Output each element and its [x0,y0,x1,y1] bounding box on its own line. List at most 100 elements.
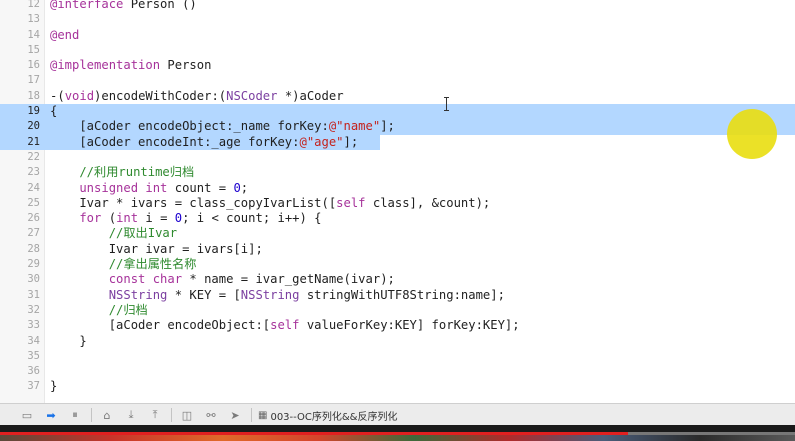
code-line[interactable]: 26 for (int i = 0; i < count; i++) { [0,211,795,226]
code-token: [aCoder encodeInt:_age forKey: [50,134,300,149]
line-number: 23 [27,166,40,179]
code-token: //取出Ivar [50,226,178,241]
code-text: for (int i = 0; i < count; i++) { [50,211,321,226]
code-token: ]; [380,119,395,134]
code-text: Ivar ivar = ivars[i]; [50,242,263,257]
line-number: 24 [27,181,40,194]
code-text: @end [50,28,79,43]
code-token: valueForKey:KEY] forKey:KEY]; [299,318,520,333]
line-number: 33 [27,319,40,332]
code-token: } [50,333,87,348]
code-text: //拿出属性名称 [50,257,197,272]
code-line[interactable]: 34 } [0,334,795,349]
code-token: @end [50,27,80,42]
line-number: 27 [27,227,40,240]
code-line[interactable]: 21 [aCoder encodeInt:_age forKey:@"age"]… [0,134,795,150]
code-text: const char * name = ivar_getName(ivar); [50,272,395,287]
line-number: 18 [27,89,40,102]
breadcrumb-label: 003--OC序列化&&反序列化 [270,411,398,423]
code-token: [aCoder encodeObject:[ [50,318,271,333]
line-number: 31 [27,288,40,301]
code-line[interactable]: 28 Ivar ivar = ivars[i]; [0,242,795,257]
console-toggle-icon[interactable]: ▭ [18,407,36,423]
step-out-icon[interactable]: ⤒ [146,407,164,423]
code-text: //取出Ivar [50,226,177,241]
code-line[interactable]: 14 @end [0,28,795,43]
line-number: 13 [27,13,40,26]
code-line[interactable]: 29 //拿出属性名称 [0,257,795,272]
memory-graph-icon[interactable]: ⚯ [202,407,220,423]
code-line[interactable]: 25 Ivar * ivars = class_copyIvarList([se… [0,196,795,211]
code-token: NSCoder [226,88,278,103]
code-line[interactable]: 15 [0,43,795,58]
line-number: 17 [27,74,40,87]
code-token: @implementation [50,58,161,73]
code-area[interactable]: 12 @interface Person () 13 14 @end 15 16 @imple… [0,0,795,395]
code-line[interactable]: 18 -(void)encodeWithCoder:(NSCoder *)aCod… [0,89,795,104]
code-line[interactable]: 20 [aCoder encodeObject:_name forKey:@"n… [0,119,795,135]
code-text: //利用runtime归档 [50,165,194,180]
scheme-breadcrumb[interactable]: ▦ 003--OC序列化&&反序列化 [258,408,397,423]
breakpoints-toggle-icon[interactable]: ➡ [42,407,60,423]
code-line[interactable]: 37} [0,379,795,394]
code-line[interactable]: 19 { [0,104,795,120]
code-line[interactable]: 13 [0,12,795,27]
debug-toolbar: ▭ ➡ ⏸ ⌂ ⤓ ⤒ ◫ ⚯ ➤ ▦ 003--OC序列化&&反序列化 [0,403,795,426]
video-played-progress [0,432,628,435]
code-token: self [336,195,366,210]
code-token: self [270,318,300,333]
code-token: )encodeWithCoder:( [94,88,227,103]
text-cursor-icon [444,97,450,111]
code-line[interactable]: 23 //利用runtime归档 [0,165,795,180]
code-line[interactable]: 24 unsigned int count = 0; [0,181,795,196]
line-number: 28 [27,242,40,255]
code-token: Person [160,58,212,73]
line-number: 30 [27,273,40,286]
view-debugger-icon[interactable]: ◫ [178,407,196,423]
code-editor[interactable]: 12 @interface Person () 13 14 @end 15 16 @imple… [0,0,795,403]
code-token: count = [167,180,234,195]
line-number: 37 [27,380,40,393]
mouse-highlight-indicator [727,109,777,159]
code-line[interactable]: 35 [0,349,795,364]
code-token: class], &count); [365,195,491,210]
code-token: NSString [50,287,168,302]
line-number: 22 [27,150,40,163]
code-line[interactable]: 17 [0,73,795,88]
video-progress-bar[interactable] [0,425,795,441]
location-icon[interactable]: ➤ [226,407,244,423]
code-token: @"age" [299,134,344,149]
code-token: void [64,88,95,103]
code-token: i = [138,211,175,226]
code-token: *)aCoder [277,88,344,103]
code-text: { [50,104,57,119]
line-number: 21 [27,135,40,148]
step-into-icon[interactable]: ⤓ [122,407,140,423]
code-line[interactable]: 16 @implementation Person [0,58,795,73]
code-line[interactable]: 31 NSString * KEY = [NSString stringWith… [0,288,795,303]
code-line[interactable]: 32 //归档 [0,303,795,318]
line-number: 15 [27,43,40,56]
target-icon: ▦ [258,409,268,421]
code-text: @implementation Person [50,58,211,73]
toolbar-separator [171,408,172,422]
code-line[interactable]: 22 [0,150,795,165]
code-token: int [116,211,139,226]
code-line[interactable]: 33 [aCoder encodeObject:[self valueForKe… [0,318,795,333]
code-line[interactable]: 12 @interface Person () [0,0,795,12]
code-token: { [50,104,58,119]
step-over-icon[interactable]: ⌂ [98,407,116,423]
pause-icon[interactable]: ⏸ [66,407,84,423]
code-line[interactable]: 30 const char * name = ivar_getName(ivar… [0,272,795,287]
line-number: 12 [27,0,40,10]
code-token: [aCoder encodeObject:_name forKey: [50,119,329,134]
line-number: 36 [27,365,40,378]
line-number: 35 [27,349,40,362]
code-line[interactable]: 27 //取出Ivar [0,226,795,241]
line-number: 29 [27,258,40,271]
code-text: -(void)encodeWithCoder:(NSCoder *)aCoder [50,89,344,104]
code-token: 0 [233,180,241,195]
code-line[interactable]: 36 [0,364,795,379]
code-text: [aCoder encodeInt:_age forKey:@"age"]; [50,135,358,150]
code-text: Ivar * ivars = class_copyIvarList([self … [50,196,490,211]
